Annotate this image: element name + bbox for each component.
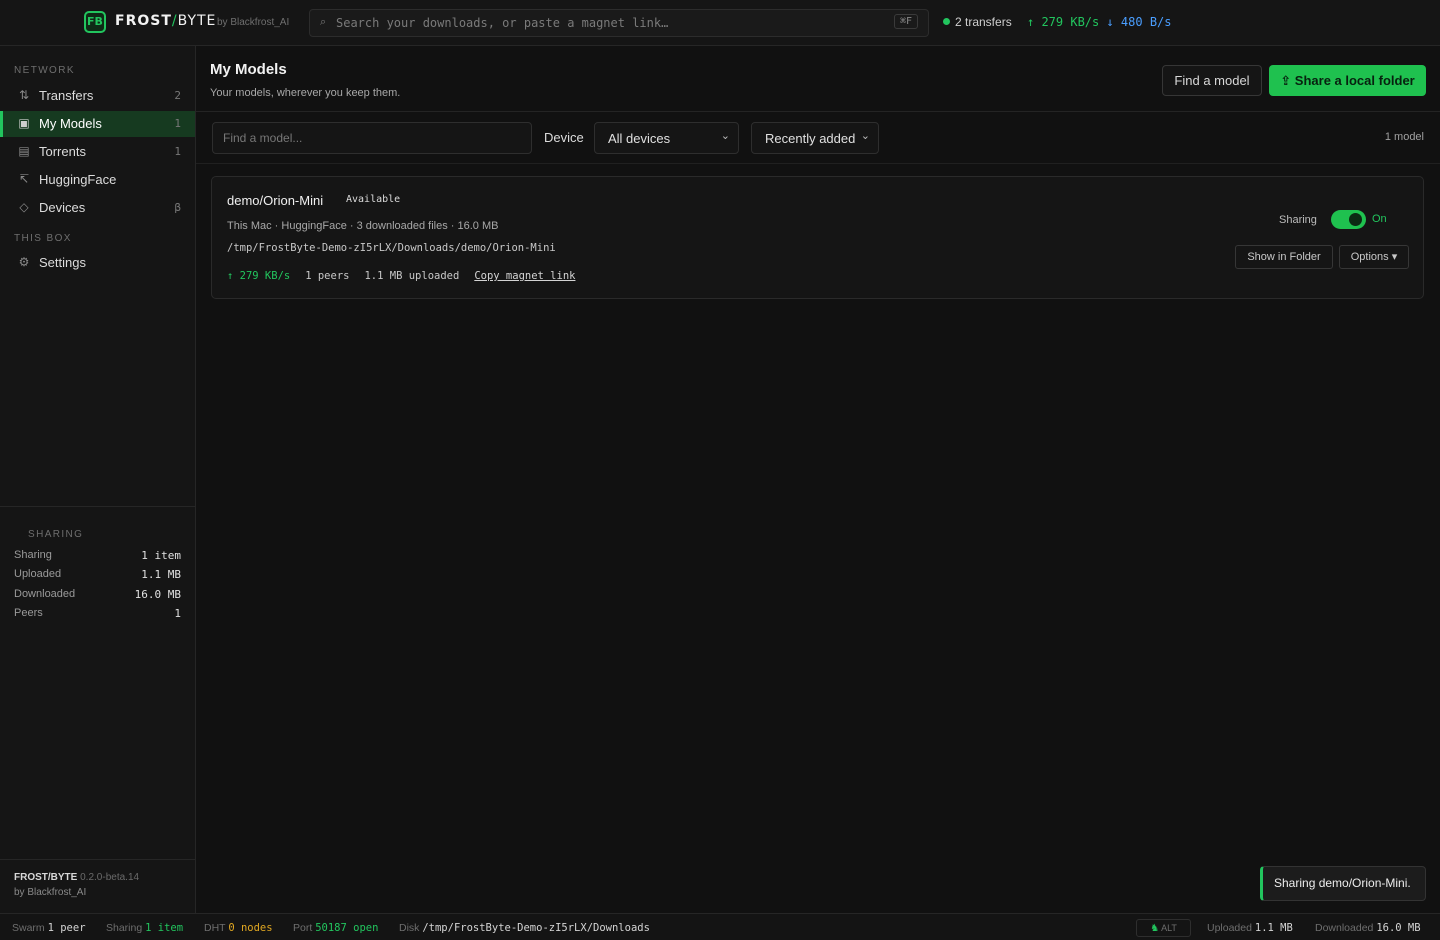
status-bar: Swarm 1 peer Sharing 1 item DHT 0 nodes … [0,913,1440,940]
speed-readout: ↑ 279 KB/s ↓ 480 B/s [1027,15,1172,29]
sort-select[interactable]: Recently added ⌄ [751,122,879,154]
mascot-icon: ♞ [1150,923,1160,934]
model-path: /tmp/FrostByte-Demo-zI5rLX/Downloads/dem… [227,242,556,254]
sharing-toggle[interactable] [1331,210,1366,229]
page-subtitle: Your models, wherever you keep them. [210,87,401,99]
peer-count: 1 peers [305,270,350,282]
device-label: Device [544,130,584,145]
diamond-icon: ◇ [19,200,29,214]
app-logo-icon: FB [84,11,106,33]
status-disk: Disk /tmp/FrostByte-Demo-zI5rLX/Download… [399,922,650,934]
uploaded-amount: 1.1 MB uploaded [364,270,460,282]
search-icon: ⌕ [320,16,327,28]
sidebar-item-torrents[interactable]: ▤ Torrents 1 [0,139,195,165]
filter-divider [196,163,1440,164]
stat-peers: Peers 1 [14,607,181,620]
search-shortcut-badge: ⌘F [893,14,918,29]
copy-magnet-link[interactable]: Copy magnet link [474,270,575,282]
sharing-state: On [1372,213,1387,225]
header-divider [196,111,1440,112]
toggle-knob [1349,213,1362,226]
chevron-down-icon: ⌄ [860,130,870,142]
show-in-folder-button[interactable]: Show in Folder [1235,245,1333,269]
transfer-arrows-icon: ⇅ [18,88,30,102]
chevron-down-icon: ⌄ [720,130,730,142]
toast-notification: Sharing demo/Orion-Mini. [1260,866,1426,901]
sidebar-item-my-models[interactable]: ▣ My Models 1 [0,111,195,137]
sidebar-footer-divider [0,859,195,860]
app-brand: FROST/BYTE [115,13,217,29]
top-bar: FB FROST/BYTE by Blackfrost_AI ⌕ ⌘F 2 tr… [0,0,1440,46]
page-title: My Models [210,61,287,78]
share-folder-button[interactable]: ⇪ Share a local folder [1269,65,1426,96]
stat-sharing: Sharing 1 item [14,549,181,562]
model-stats: ↑ 279 KB/s 1 peers 1.1 MB uploaded Copy mag… [227,270,590,282]
share-icon: ⇪ [1280,73,1292,88]
model-name[interactable]: demo/Orion-Mini [227,193,323,208]
model-meta: This Mac · HuggingFace · 3 downloaded fi… [227,220,499,232]
upload-rate: ↑ 279 KB/s [227,270,291,282]
stat-uploaded: Uploaded 1.1 MB [14,568,181,581]
section-label-network: NETWORK [14,65,75,76]
stat-downloaded: Downloaded 16.0 MB [14,588,181,601]
status-downloaded: Downloaded 16.0 MB [1315,922,1421,934]
model-count: 1 model [1384,131,1424,143]
search-box[interactable]: ⌕ ⌘F [309,9,929,37]
transfers-indicator[interactable]: 2 transfers [943,15,1012,29]
status-swarm: Swarm 1 peer [12,922,86,934]
sharing-label: Sharing [1279,214,1317,226]
sidebar-divider [0,506,195,507]
find-model-button[interactable]: Find a model [1162,65,1262,96]
alt-indicator[interactable]: ♞ ALT [1136,919,1191,937]
list-icon: ▤ [18,144,30,158]
status-uploaded: Uploaded 1.1 MB [1207,922,1293,934]
status-dot-icon [943,18,950,25]
cube-icon: ▣ [18,116,30,130]
sidebar-item-transfers[interactable]: ⇅ Transfers 2 [0,83,195,109]
version-info: FROST/BYTE 0.2.0-beta.14 by Blackfrost_A… [14,872,140,898]
model-card: demo/Orion-Mini Available This Mac · Hug… [211,176,1424,299]
model-filter-input[interactable] [212,122,532,154]
section-label-this-box: THIS BOX [14,233,72,244]
sidebar-item-huggingface[interactable]: ↸ HuggingFace [0,167,195,193]
search-input[interactable] [336,13,876,33]
brand-byline: by Blackfrost_AI [217,17,290,28]
section-label-sharing: SHARING [28,529,84,540]
sidebar-item-devices[interactable]: ◇ Devices β [0,195,195,221]
sidebar-item-settings[interactable]: ⚙ Settings [0,250,195,276]
device-select[interactable]: All devices ⌄ [594,122,739,154]
arrow-up-left-icon: ↸ [18,172,30,186]
status-sharing: Sharing 1 item [106,922,184,934]
gear-icon: ⚙ [18,255,30,269]
sidebar: NETWORK ⇅ Transfers 2 ▣ My Models 1 ▤ To… [0,46,196,913]
status-badge: Available [346,194,401,205]
options-button[interactable]: Options ▾ [1339,245,1409,269]
status-port: Port 50187 open [293,922,379,934]
status-dht: DHT 0 nodes [204,922,273,934]
